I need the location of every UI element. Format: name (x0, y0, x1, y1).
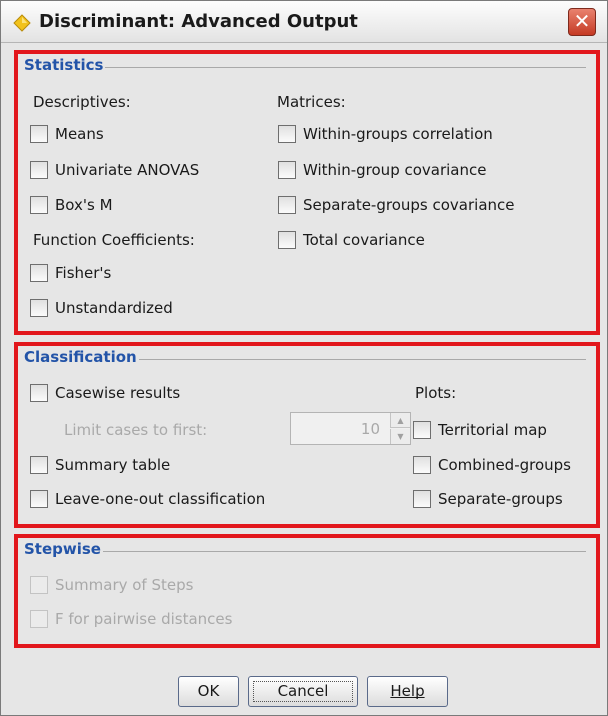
combined-groups-label[interactable]: Combined-groups (438, 456, 571, 474)
limit-cases-label: Limit cases to first: (64, 421, 208, 439)
ok-button[interactable]: OK (178, 676, 239, 707)
statistics-divider (28, 67, 586, 68)
yellow-diamond-icon (13, 14, 31, 32)
leave-one-out-checkbox[interactable] (30, 490, 48, 508)
function-coefficients-label: Function Coefficients: (33, 231, 195, 249)
plots-label: Plots: (415, 384, 457, 402)
leave-one-out-label[interactable]: Leave-one-out classification (55, 490, 265, 508)
classification-legend: Classification (22, 348, 139, 366)
f-pairwise-label: F for pairwise distances (55, 610, 233, 628)
ok-label: OK (197, 682, 220, 700)
casewise-results-checkbox[interactable] (30, 384, 48, 402)
separate-groups-covariance-label[interactable]: Separate-groups covariance (303, 196, 515, 214)
statistics-legend: Statistics (22, 56, 106, 74)
close-button[interactable]: ✕ (568, 8, 596, 36)
separate-groups-checkbox[interactable] (413, 490, 431, 508)
unstandardized-label[interactable]: Unstandardized (55, 299, 173, 317)
territorial-map-label[interactable]: Territorial map (438, 421, 547, 439)
total-covariance-label[interactable]: Total covariance (303, 231, 425, 249)
fishers-checkbox[interactable] (30, 264, 48, 282)
univariate-anovas-label[interactable]: Univariate ANOVAS (55, 161, 199, 179)
territorial-map-checkbox[interactable] (413, 421, 431, 439)
summary-table-label[interactable]: Summary table (55, 456, 170, 474)
boxs-m-checkbox[interactable] (30, 196, 48, 214)
means-label[interactable]: Means (55, 125, 104, 143)
total-covariance-checkbox[interactable] (278, 231, 296, 249)
dialog-window: Discriminant: Advanced Output ✕ Statisti… (0, 0, 608, 716)
title-bar[interactable]: Discriminant: Advanced Output ✕ (1, 1, 607, 43)
help-button[interactable]: Help (367, 676, 448, 707)
limit-cases-value: 10 (360, 420, 380, 438)
matrices-label: Matrices: (277, 93, 346, 111)
separate-groups-label[interactable]: Separate-groups (438, 490, 563, 508)
unstandardized-checkbox[interactable] (30, 299, 48, 317)
casewise-results-label[interactable]: Casewise results (55, 384, 180, 402)
summary-table-checkbox[interactable] (30, 456, 48, 474)
f-pairwise-checkbox (30, 610, 48, 628)
help-label: Help (390, 682, 425, 700)
within-groups-correlation-checkbox[interactable] (278, 125, 296, 143)
window-title: Discriminant: Advanced Output (39, 11, 358, 32)
means-checkbox[interactable] (30, 125, 48, 143)
summary-of-steps-checkbox (30, 576, 48, 594)
close-icon: ✕ (573, 9, 591, 33)
descriptives-label: Descriptives: (33, 93, 131, 111)
boxs-m-label[interactable]: Box's M (55, 196, 113, 214)
stepwise-divider (28, 551, 586, 552)
within-group-covariance-checkbox[interactable] (278, 161, 296, 179)
focus-ring (253, 681, 353, 702)
cancel-button[interactable]: Cancel (248, 676, 358, 707)
spinner-up-icon[interactable]: ▲ (390, 413, 410, 428)
stepwise-legend: Stepwise (22, 540, 103, 558)
univariate-anovas-checkbox[interactable] (30, 161, 48, 179)
fishers-label[interactable]: Fisher's (55, 264, 111, 282)
limit-cases-spinner[interactable]: 10 ▲ ▼ (290, 412, 411, 445)
summary-of-steps-label: Summary of Steps (55, 576, 194, 594)
separate-groups-covariance-checkbox[interactable] (278, 196, 296, 214)
spinner-down-icon[interactable]: ▼ (390, 429, 410, 444)
within-group-covariance-label[interactable]: Within-group covariance (303, 161, 486, 179)
combined-groups-checkbox[interactable] (413, 456, 431, 474)
within-groups-correlation-label[interactable]: Within-groups correlation (303, 125, 493, 143)
